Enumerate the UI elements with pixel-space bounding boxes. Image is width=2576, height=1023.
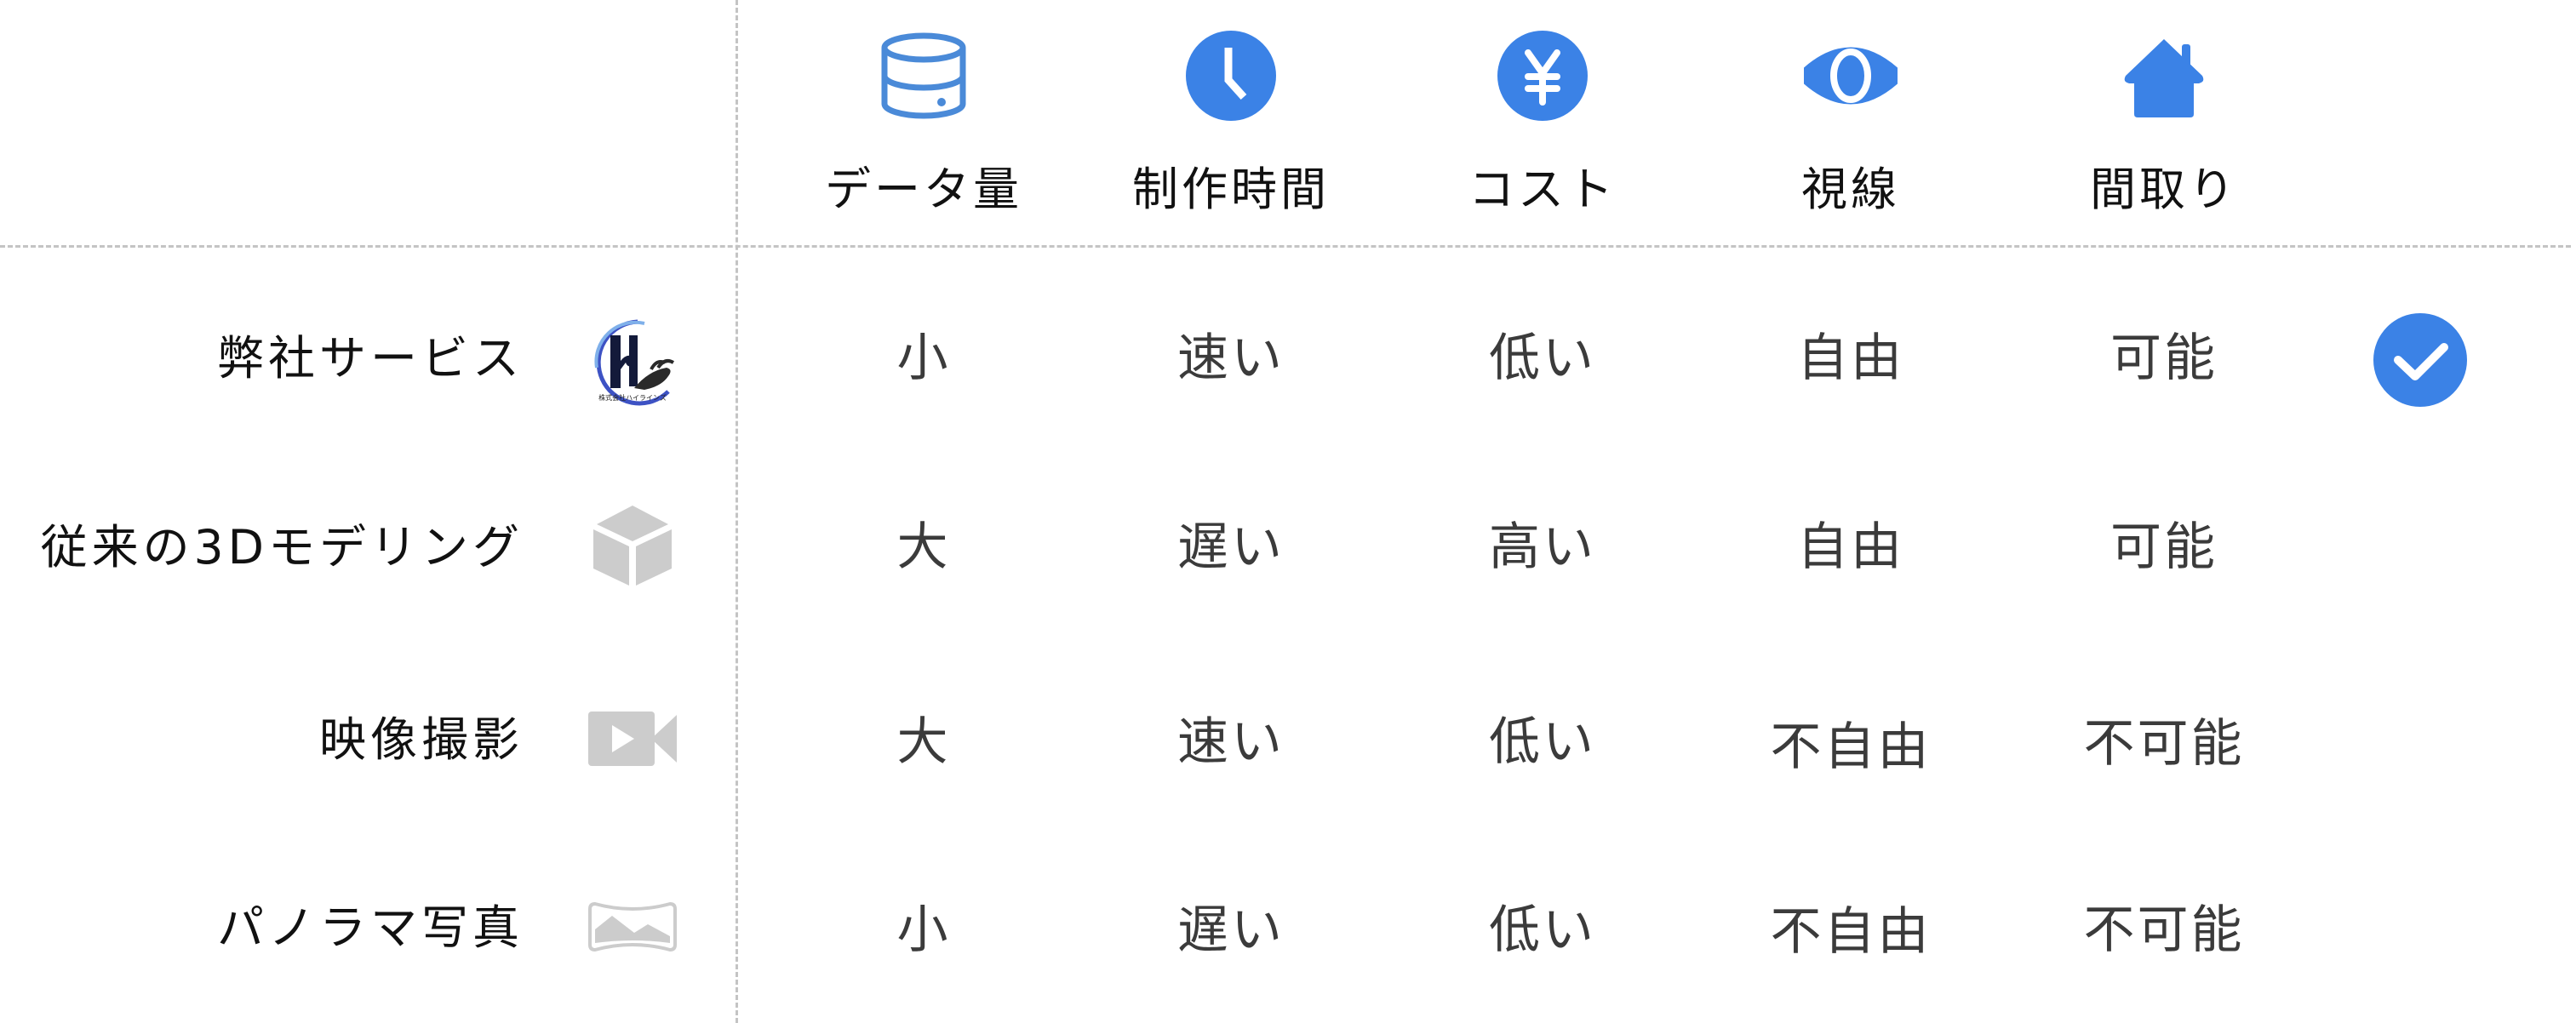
- cell-data-volume: 大: [896, 517, 951, 577]
- column-label: 視線: [1801, 163, 1900, 216]
- row-label-panorama-photo: パノラマ写真: [216, 900, 524, 955]
- header-divider: [0, 245, 2571, 248]
- column-divider: [736, 0, 738, 1023]
- cell-viewpoint: 自由: [1797, 329, 1904, 388]
- column-header-viewpoint: 視線: [1714, 0, 1987, 238]
- cell-data-volume: 小: [896, 329, 951, 388]
- yen-coin-icon: [1496, 29, 1589, 123]
- column-header-data-volume: データ量: [787, 0, 1060, 238]
- database-icon: [877, 29, 970, 123]
- column-header-floor-plan: 間取り: [2028, 0, 2300, 238]
- row-label-our-service: 弊社サービス: [216, 331, 524, 386]
- cell-viewpoint: 不自由: [1770, 717, 1932, 777]
- cell-viewpoint: 不自由: [1770, 902, 1932, 962]
- cell-data-volume: 大: [896, 712, 951, 772]
- company-logo-text: 株式会社ハイラインズ: [598, 393, 667, 402]
- cell-cost: 低い: [1489, 712, 1596, 772]
- house-icon: [2117, 29, 2211, 123]
- cell-production-time: 遅い: [1177, 517, 1285, 577]
- check-circle-icon: [2373, 312, 2468, 408]
- cell-production-time: 速い: [1177, 329, 1285, 388]
- row-label-video-shooting: 映像撮影: [318, 712, 524, 767]
- cell-cost: 低い: [1489, 329, 1596, 388]
- column-header-production-time: 制作時間: [1095, 0, 1367, 238]
- eye-icon: [1804, 29, 1898, 123]
- cell-floor-plan: 可能: [2110, 329, 2218, 388]
- cube-icon: [585, 497, 680, 592]
- company-logo: 株式会社ハイラインズ: [585, 315, 680, 410]
- column-label: データ量: [825, 163, 1022, 216]
- column-header-cost: コスト: [1406, 0, 1679, 238]
- cell-production-time: 速い: [1177, 712, 1285, 772]
- cell-floor-plan: 不可能: [2083, 714, 2245, 774]
- cell-floor-plan: 不可能: [2083, 900, 2245, 960]
- cell-production-time: 遅い: [1177, 900, 1285, 960]
- cell-viewpoint: 自由: [1797, 517, 1904, 577]
- cell-floor-plan: 可能: [2110, 517, 2218, 577]
- clock-icon: [1184, 29, 1278, 123]
- video-camera-icon: [585, 691, 680, 786]
- column-label: コスト: [1468, 163, 1617, 216]
- cell-cost: 高い: [1489, 517, 1596, 577]
- column-label: 間取り: [2090, 163, 2238, 216]
- row-label-3d-modeling: 従来の3Dモデリング: [40, 520, 524, 574]
- panorama-icon: [585, 878, 680, 974]
- cell-cost: 低い: [1489, 900, 1596, 960]
- column-label: 制作時間: [1132, 163, 1330, 216]
- cell-data-volume: 小: [896, 900, 951, 960]
